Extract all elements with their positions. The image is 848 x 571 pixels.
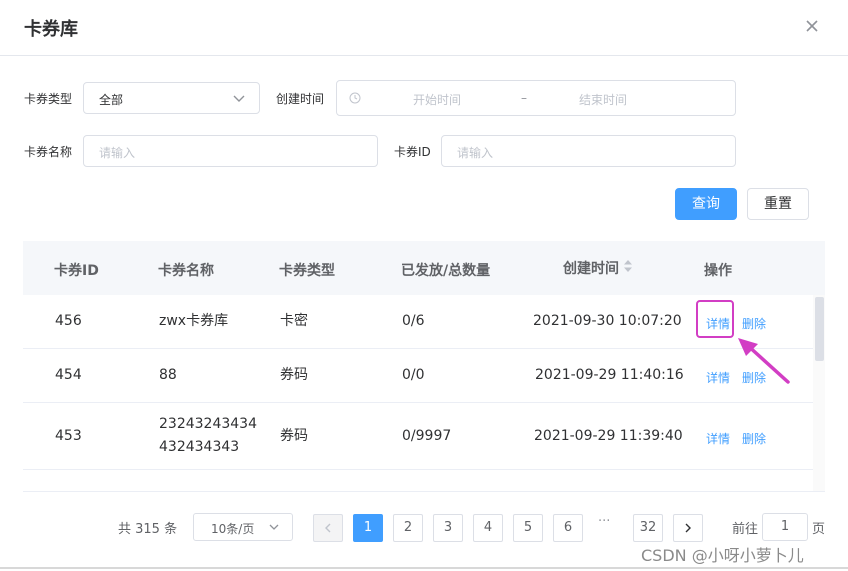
goto-label: 前往 — [732, 522, 759, 537]
detail-link[interactable]: 详情 — [706, 430, 730, 447]
header-name: 卡券名称 — [158, 263, 214, 279]
cell-issued: 0/9997 — [402, 428, 452, 444]
cell-name: 88 — [159, 367, 177, 383]
id-input-placeholder: 请输入 — [457, 146, 494, 160]
cell-id: 454 — [55, 367, 82, 383]
date-range-picker[interactable]: 开始时间 – 结束时间 — [336, 80, 736, 116]
page-size-value: 10条/页 — [211, 522, 255, 536]
type-label: 卡券类型 — [24, 92, 73, 106]
type-select[interactable]: 全部 — [83, 82, 260, 114]
close-icon[interactable] — [801, 15, 823, 37]
table-row: 453 23243243434 432434343 券码 0/9997 2021… — [23, 403, 813, 470]
detail-link[interactable]: 详情 — [706, 369, 730, 386]
table-header: 卡券ID 卡券名称 卡券类型 已发放/总数量 创建时间 操作 — [23, 241, 825, 295]
id-label: 卡券ID — [394, 145, 431, 159]
cell-id: 456 — [55, 313, 82, 329]
table-row: 456 zwx卡券库 卡密 0/6 2021-09-30 10:07:20 详情… — [23, 295, 813, 349]
dialog-title: 卡券库 — [24, 19, 78, 40]
name-input[interactable]: 请输入 — [83, 135, 378, 167]
cell-type: 券码 — [280, 367, 308, 383]
range-separator: – — [521, 91, 527, 105]
type-select-value: 全部 — [99, 93, 124, 107]
header-actions: 操作 — [704, 263, 732, 279]
pagination-ellipsis[interactable]: ··· — [598, 514, 610, 529]
page-button-4[interactable]: 4 — [473, 514, 503, 542]
header-id: 卡券ID — [54, 263, 99, 279]
cell-id: 453 — [55, 428, 82, 444]
next-page-button[interactable] — [673, 514, 703, 542]
coupon-table: 卡券ID 卡券名称 卡券类型 已发放/总数量 创建时间 操作 456 zwx卡券… — [23, 241, 825, 492]
pagination-total: 共 315 条 — [118, 522, 178, 537]
chevron-left-icon — [325, 523, 331, 533]
detail-highlight-annotation — [696, 300, 734, 338]
table-row-partial — [23, 470, 813, 491]
created-label: 创建时间 — [276, 92, 325, 106]
delete-link[interactable]: 删除 — [742, 315, 766, 332]
cell-name: zwx卡券库 — [159, 313, 229, 329]
end-date-input[interactable]: 结束时间 — [579, 91, 627, 108]
cell-issued: 0/6 — [402, 313, 425, 329]
start-date-input[interactable]: 开始时间 — [413, 91, 461, 108]
reset-button[interactable]: 重置 — [747, 188, 809, 220]
arrow-annotation-icon — [738, 338, 790, 384]
sort-caret-icon[interactable] — [623, 259, 633, 273]
bottom-divider — [0, 567, 848, 569]
header-issued: 已发放/总数量 — [401, 263, 491, 279]
dialog-header: 卡券库 — [0, 0, 848, 56]
page-size-select[interactable]: 10条/页 — [193, 513, 293, 541]
cell-name: 23243243434 — [159, 416, 257, 432]
delete-link[interactable]: 删除 — [742, 430, 766, 447]
page-button-5[interactable]: 5 — [513, 514, 543, 542]
cell-issued: 0/0 — [402, 367, 425, 383]
chevron-down-icon — [233, 95, 245, 102]
name-input-placeholder: 请输入 — [99, 146, 136, 160]
header-created[interactable]: 创建时间 — [563, 258, 619, 278]
search-button[interactable]: 查询 — [675, 188, 737, 220]
cell-name-line2: 432434343 — [159, 439, 240, 455]
chevron-down-icon — [269, 524, 279, 530]
table-scrollbar-thumb[interactable] — [815, 297, 824, 361]
page-button-6[interactable]: 6 — [553, 514, 583, 542]
cell-created: 2021-09-29 11:39:40 — [534, 428, 683, 444]
page-button-2[interactable]: 2 — [393, 514, 423, 542]
goto-page-input[interactable]: 1 — [762, 513, 808, 541]
cell-type: 卡密 — [280, 313, 308, 329]
page-suffix: 页 — [812, 522, 826, 537]
table-row: 454 88 券码 0/0 2021-09-29 11:40:16 详情 删除 — [23, 349, 813, 403]
clock-icon — [349, 92, 361, 104]
page-button-1[interactable]: 1 — [353, 514, 383, 542]
prev-page-button[interactable] — [313, 514, 343, 542]
chevron-right-icon — [685, 523, 691, 533]
header-type: 卡券类型 — [279, 263, 335, 279]
cell-created: 2021-09-29 11:40:16 — [535, 367, 684, 383]
name-label: 卡券名称 — [24, 145, 73, 159]
cell-type: 券码 — [280, 428, 308, 444]
cell-created: 2021-09-30 10:07:20 — [533, 313, 682, 329]
id-input[interactable]: 请输入 — [441, 135, 736, 167]
page-button-last[interactable]: 32 — [633, 514, 663, 542]
page-button-3[interactable]: 3 — [433, 514, 463, 542]
watermark: CSDN @小呀小萝卜儿 — [641, 546, 804, 565]
